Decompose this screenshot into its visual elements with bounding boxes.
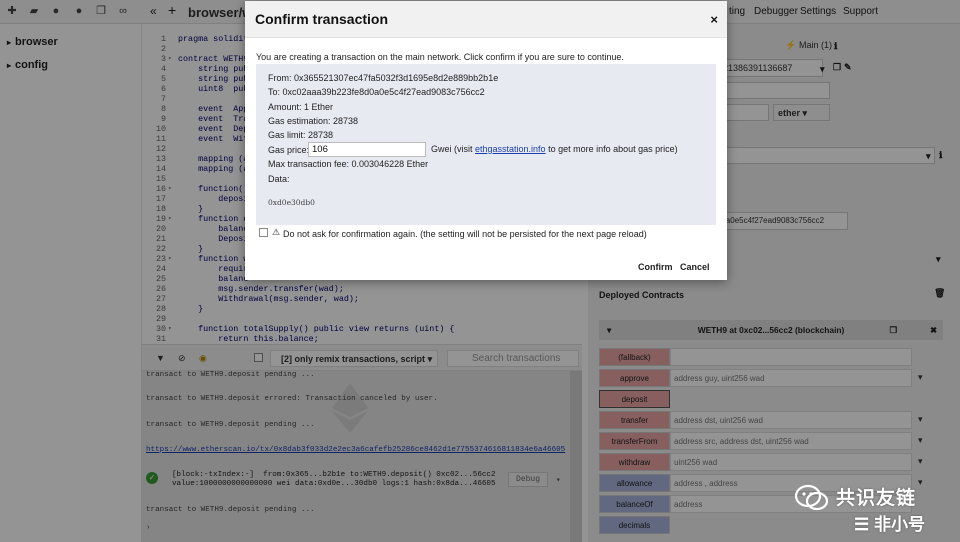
remix-ide: ✚ ▰ ● ● ❐ ∞ « + browser/we ting Debugger… xyxy=(0,0,960,542)
watermark-subtitle-text: 非小号 xyxy=(873,515,925,534)
watermark-logo-icon: ☰ xyxy=(854,515,874,534)
ethgasstation-link[interactable]: ethgasstation.info xyxy=(475,144,546,154)
modal-header: Confirm transaction × xyxy=(245,1,727,38)
close-icon[interactable]: × xyxy=(710,12,718,27)
gas-limit: Gas limit: 28738 xyxy=(268,130,334,140)
gas-price-unit: Gwei (visit ethgasstation.info to get mo… xyxy=(431,144,678,154)
modal-title: Confirm transaction xyxy=(255,11,389,27)
do-not-ask-checkbox[interactable] xyxy=(259,228,268,237)
confirm-transaction-modal: Confirm transaction × You are creating a… xyxy=(245,1,727,280)
gas-price-label: Gas price: xyxy=(268,145,310,155)
to-address: To: 0xc02aaa39b223fe8d0a0e5c4f27ead9083c… xyxy=(268,87,485,97)
wechat-icon xyxy=(794,484,829,511)
wechat-watermark: 共识友链 ☰ 非小号 xyxy=(792,480,960,542)
data-value: 0xd0e30db0 xyxy=(268,198,315,207)
transaction-info-box: From: 0x365521307ec47fa5032f3d1695e8d2e8… xyxy=(256,64,716,225)
data-label: Data: xyxy=(268,174,290,184)
gas-unit-text: to get more info about gas price) xyxy=(545,144,678,154)
max-transaction-fee: Max transaction fee: 0.003046228 Ether xyxy=(268,159,429,169)
confirm-button[interactable]: Confirm xyxy=(638,262,673,272)
modal-intro-text: You are creating a transaction on the ma… xyxy=(256,52,624,62)
from-address: From: 0x365521307ec47fa5032f3d1695e8d2e8… xyxy=(268,73,499,83)
watermark-subtitle: ☰ 非小号 xyxy=(854,510,925,535)
gas-price-input[interactable] xyxy=(308,142,426,157)
do-not-ask-label: Do not ask for confirmation again. (the … xyxy=(283,229,647,239)
cancel-button[interactable]: Cancel xyxy=(680,262,710,272)
gas-unit-text: Gwei (visit xyxy=(431,144,476,154)
amount: Amount: 1 Ether xyxy=(268,102,334,112)
gas-estimation: Gas estimation: 28738 xyxy=(268,116,359,126)
watermark-title: 共识友链 xyxy=(836,488,917,509)
warning-icon: ⚠ xyxy=(272,227,281,237)
